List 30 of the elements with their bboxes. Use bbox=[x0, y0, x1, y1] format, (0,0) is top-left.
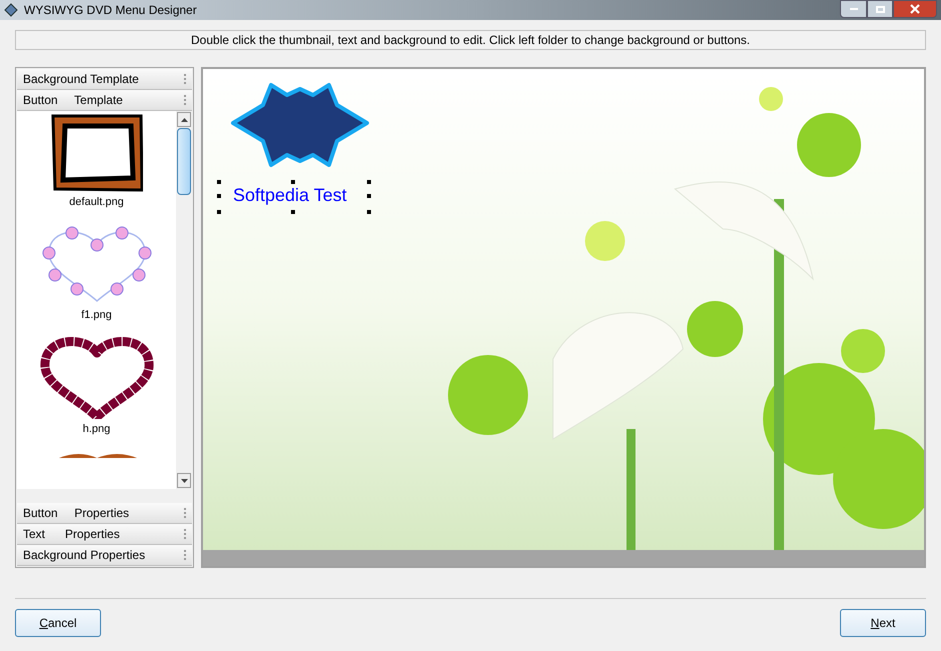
selection-handle[interactable] bbox=[217, 194, 221, 198]
window-title: WYSIWYG DVD Menu Designer bbox=[24, 2, 197, 19]
thumbnail-label[interactable]: h.png bbox=[82, 421, 110, 438]
thumbnail-label[interactable]: default.png bbox=[69, 194, 124, 210]
scrollbar[interactable] bbox=[176, 111, 192, 489]
selection-handle[interactable] bbox=[291, 210, 295, 214]
selection-handle[interactable] bbox=[367, 180, 371, 184]
scroll-thumb[interactable] bbox=[177, 128, 191, 195]
app-icon bbox=[4, 3, 18, 17]
picture-frame-icon bbox=[50, 114, 142, 192]
selection-handle[interactable] bbox=[367, 194, 371, 198]
minimize-button[interactable] bbox=[840, 0, 867, 18]
maximize-button[interactable] bbox=[867, 0, 893, 18]
selection-handle[interactable] bbox=[291, 180, 295, 184]
scroll-up-button[interactable] bbox=[177, 112, 191, 127]
instruction-text: Double click the thumbnail, text and background to edit. Click left folder to change background or buttons. bbox=[15, 30, 926, 50]
cancel-button[interactable]: Cancel bbox=[15, 609, 101, 637]
selection-handle[interactable] bbox=[217, 180, 221, 184]
heart-icon bbox=[38, 337, 154, 419]
close-button[interactable] bbox=[893, 0, 937, 18]
close-icon bbox=[910, 4, 920, 14]
scroll-down-button[interactable] bbox=[177, 473, 191, 488]
selection-handle[interactable] bbox=[217, 210, 221, 214]
down-arrow-icon bbox=[180, 478, 188, 482]
up-arrow-icon bbox=[180, 118, 188, 122]
selection-handle[interactable] bbox=[367, 210, 371, 214]
next-button[interactable]: Next bbox=[840, 609, 926, 637]
background-photo[interactable]: Softpedia Test bbox=[203, 69, 924, 550]
menu-title-text[interactable]: Softpedia Test bbox=[233, 184, 347, 206]
thumbnail-label[interactable]: f1.png bbox=[81, 306, 112, 323]
